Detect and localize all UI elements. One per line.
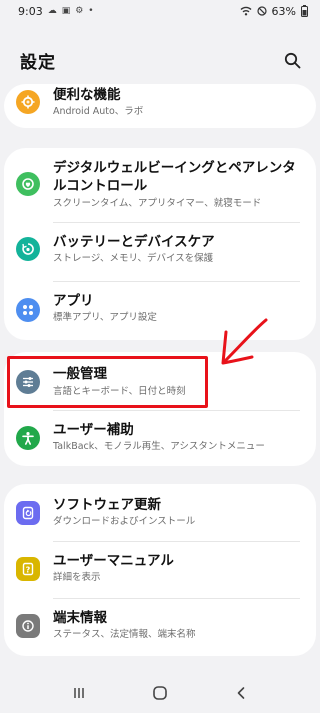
header: 設定 — [0, 44, 320, 76]
back-button[interactable] — [221, 678, 261, 708]
gear-icon: ⚙ — [75, 6, 84, 16]
status-right: 63% — [240, 5, 308, 18]
settings-item-about-phone[interactable]: 端末情報 ステータス、法定情報、端末名称 — [4, 599, 316, 656]
svg-text:?: ? — [26, 565, 31, 574]
status-time: 9:03 — [18, 4, 43, 18]
info-icon — [16, 614, 40, 638]
image-icon: ▣ — [61, 6, 71, 16]
recent-apps-button[interactable] — [59, 678, 99, 708]
do-not-disturb-icon — [256, 6, 267, 16]
highlight-box — [7, 356, 208, 408]
battery-care-icon — [16, 237, 40, 261]
annotation-arrow-icon — [221, 318, 268, 365]
settings-card-top: 便利な機能 Android Auto、ラボ — [4, 84, 316, 128]
wellbeing-icon — [16, 172, 40, 196]
settings-item-user-manual[interactable]: ? ユーザーマニュアル 詳細を表示 — [4, 542, 316, 598]
item-title: ソフトウェア更新 — [53, 497, 161, 513]
item-subtitle: Android Auto、ラボ — [53, 106, 144, 117]
software-update-icon — [16, 501, 40, 525]
item-title: 端末情報 — [53, 610, 107, 626]
home-icon — [153, 685, 167, 700]
item-title: バッテリーとデバイスケア — [53, 234, 215, 250]
user-manual-icon: ? — [16, 557, 40, 581]
settings-item-digital-wellbeing[interactable]: デジタルウェルビーイングとペアレンタ ルコントロール スクリーンタイム、アプリタ… — [4, 148, 316, 222]
item-subtitle: TalkBack、モノラル再生、アシスタントメニュー — [53, 441, 265, 452]
home-button[interactable] — [140, 678, 180, 708]
status-left: 9:03 ☁ ▣ ⚙ • — [18, 5, 94, 18]
settings-item-convenience[interactable]: 便利な機能 Android Auto、ラボ — [4, 84, 316, 128]
search-icon — [284, 52, 300, 68]
dot-icon: • — [88, 6, 94, 16]
item-subtitle: 詳細を表示 — [53, 572, 101, 583]
battery-percent: 63% — [271, 4, 296, 18]
search-button[interactable] — [280, 48, 304, 72]
settings-item-battery-device-care[interactable]: バッテリーとデバイスケア ストレージ、メモリ、デバイスを保護 — [4, 223, 316, 281]
page-title: 設定 — [20, 52, 56, 73]
item-title-line1: デジタルウェルビーイングとペアレンタ — [53, 160, 296, 176]
item-subtitle: ストレージ、メモリ、デバイスを保護 — [53, 253, 214, 264]
settings-card-c: ソフトウェア更新 ダウンロードおよびインストール ? ユーザーマニュアル 詳細を… — [4, 484, 316, 656]
item-title: 便利な機能 — [53, 87, 121, 103]
recent-apps-icon — [73, 687, 84, 698]
wifi-icon — [240, 6, 252, 16]
item-title-line2: ルコントロール — [53, 178, 148, 194]
item-title: ユーザーマニュアル — [53, 553, 174, 569]
item-subtitle: ステータス、法定情報、端末名称 — [53, 629, 196, 640]
item-subtitle: スクリーンタイム、アプリタイマー、就寝モード — [53, 198, 262, 209]
item-title: アプリ — [53, 293, 94, 309]
item-title: ユーザー補助 — [53, 422, 134, 438]
item-subtitle: ダウンロードおよびインストール — [53, 516, 196, 527]
status-bar: 9:03 ☁ ▣ ⚙ • 63% — [0, 0, 320, 22]
apps-icon — [16, 298, 40, 322]
accessibility-icon — [16, 426, 40, 450]
cloud-icon: ☁ — [47, 6, 57, 16]
battery-icon — [301, 5, 308, 17]
back-icon — [238, 686, 245, 699]
settings-item-software-update[interactable]: ソフトウェア更新 ダウンロードおよびインストール — [4, 484, 316, 541]
settings-item-accessibility[interactable]: ユーザー補助 TalkBack、モノラル再生、アシスタントメニュー — [4, 411, 316, 466]
convenience-feature-icon — [16, 90, 40, 114]
navigation-bar — [0, 672, 320, 713]
